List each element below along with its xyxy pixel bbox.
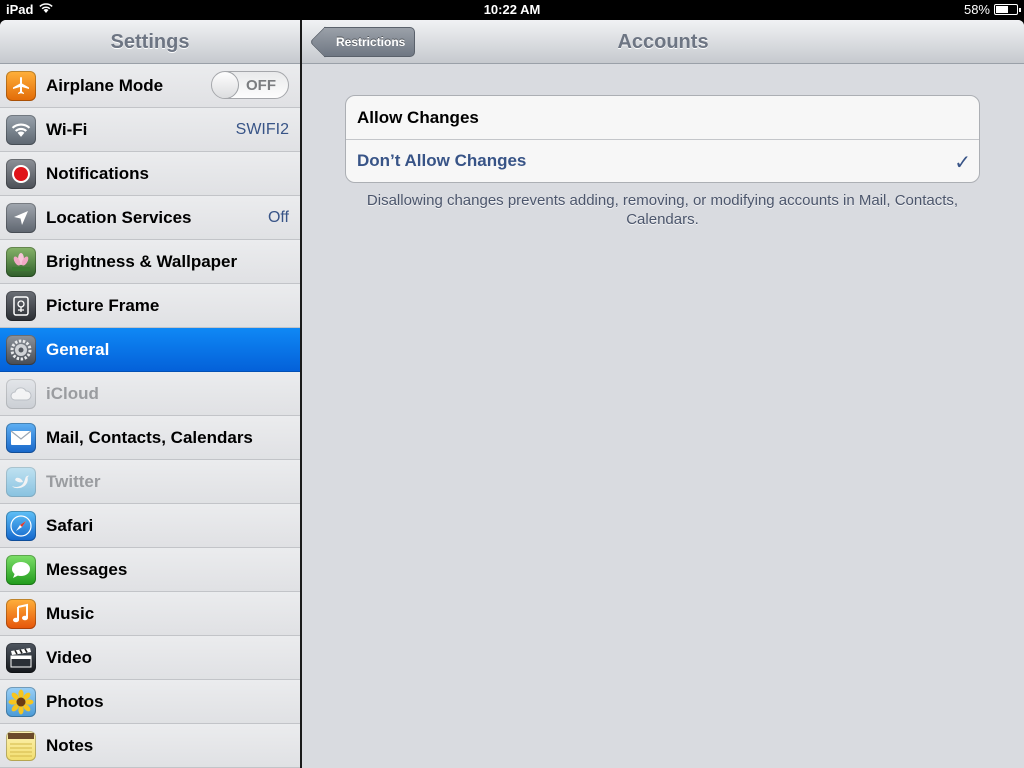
- location-icon: [6, 202, 36, 233]
- settings-sidebar: Settings Airplane Mode OFF Wi-Fi SWIFI2 …: [0, 20, 300, 768]
- clapperboard-icon: [6, 642, 36, 673]
- picture-frame-icon: [6, 290, 36, 321]
- sidebar-item-label: Music: [46, 603, 95, 623]
- allow-changes-option[interactable]: Allow Changes: [346, 96, 979, 139]
- sidebar-item-music[interactable]: Music: [0, 592, 300, 636]
- music-note-icon: [6, 598, 36, 629]
- sidebar-item-label: General: [46, 339, 110, 359]
- sidebar-item-label: Brightness & Wallpaper: [46, 251, 238, 271]
- sidebar-item-brightness-wallpaper[interactable]: Brightness & Wallpaper: [0, 240, 300, 284]
- airplane-icon: [6, 70, 36, 101]
- sidebar-title: Settings: [0, 20, 300, 64]
- sidebar-item-label: Mail, Contacts, Calendars: [46, 427, 253, 447]
- sidebar-item-photos[interactable]: Photos: [0, 680, 300, 724]
- option-label: Don’t Allow Changes: [357, 151, 527, 170]
- sidebar-item-location-services[interactable]: Location Services Off: [0, 196, 300, 240]
- sidebar-item-label: Messages: [46, 559, 128, 579]
- sidebar-item-label: Wi-Fi: [46, 119, 88, 139]
- notepad-icon: [6, 730, 36, 761]
- sidebar-item-label: iCloud: [46, 383, 99, 403]
- sidebar-item-general[interactable]: General: [0, 328, 300, 372]
- sidebar-item-label: Location Services: [46, 207, 192, 227]
- sidebar-item-messages[interactable]: Messages: [0, 548, 300, 592]
- toggle-state: OFF: [246, 77, 276, 94]
- options-footnote: Disallowing changes prevents adding, rem…: [366, 192, 959, 228]
- mail-icon: [6, 422, 36, 453]
- sidebar-item-icloud[interactable]: iCloud: [0, 372, 300, 416]
- sunflower-icon: [6, 686, 36, 717]
- sidebar-item-label: Notifications: [46, 163, 149, 183]
- sidebar-item-wifi[interactable]: Wi-Fi SWIFI2: [0, 108, 300, 152]
- sidebar-item-picture-frame[interactable]: Picture Frame: [0, 284, 300, 328]
- speech-bubble-icon: [6, 554, 36, 585]
- battery-percent: 58%: [963, 2, 990, 17]
- detail-pane: Accounts Restrictions Allow Changes Don’…: [302, 20, 1024, 768]
- brightness-wallpaper-icon: [6, 246, 36, 277]
- back-button-label: Restrictions: [336, 35, 406, 49]
- notifications-icon: [6, 158, 36, 189]
- checkmark-icon: ✓: [954, 152, 971, 174]
- sidebar-item-label: Twitter: [46, 471, 101, 491]
- sidebar-item-twitter[interactable]: Twitter: [0, 460, 300, 504]
- airplane-mode-toggle[interactable]: OFF: [211, 71, 289, 99]
- sidebar-item-label: Airplane Mode: [46, 75, 164, 95]
- account-changes-options: Allow Changes Don’t Allow Changes ✓: [345, 95, 980, 183]
- sidebar-item-notifications[interactable]: Notifications: [0, 152, 300, 196]
- compass-icon: [6, 510, 36, 541]
- clock: 10:22 AM: [483, 2, 541, 17]
- restrictions-back-button[interactable]: Restrictions: [324, 27, 416, 57]
- battery-icon: [994, 4, 1021, 15]
- location-services-value: Off: [267, 208, 289, 226]
- sidebar-item-label: Notes: [46, 735, 94, 755]
- sidebar-item-label: Video: [46, 647, 92, 667]
- sidebar-item-label: Safari: [46, 515, 94, 535]
- detail-navigation-bar: Accounts Restrictions: [302, 20, 1024, 64]
- dont-allow-changes-option[interactable]: Don’t Allow Changes ✓: [346, 139, 979, 182]
- cloud-icon: [6, 378, 36, 409]
- sidebar-item-airplane-mode[interactable]: Airplane Mode OFF: [0, 64, 300, 108]
- sidebar-item-label: Picture Frame: [46, 295, 160, 315]
- wifi-icon: [6, 114, 36, 145]
- sidebar-item-label: Photos: [46, 691, 104, 711]
- status-bar: iPad 10:22 AM 58%: [0, 0, 1024, 20]
- sidebar-item-video[interactable]: Video: [0, 636, 300, 680]
- sidebar-item-notes[interactable]: Notes: [0, 724, 300, 768]
- toggle-knob: [212, 72, 239, 98]
- gear-icon: [6, 334, 36, 365]
- sidebar-item-mail-contacts-calendars[interactable]: Mail, Contacts, Calendars: [0, 416, 300, 460]
- sidebar-item-safari[interactable]: Safari: [0, 504, 300, 548]
- option-label: Allow Changes: [357, 107, 479, 127]
- twitter-bird-icon: [6, 466, 36, 497]
- wifi-network-value: SWIFI2: [235, 120, 289, 138]
